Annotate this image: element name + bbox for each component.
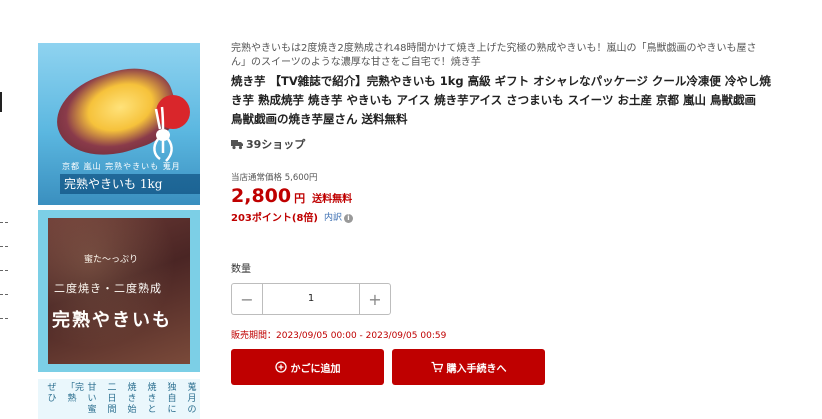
thumbnail-3-text-col: 「完熟 (66, 383, 85, 404)
product-description: 完熟やきいもは2度焼き2度熟成され48時間かけて焼き上げた究極の熟成やきいも！嵐… (231, 43, 757, 68)
thumbnail-1[interactable]: 京都 嵐山 完熟やきいも 蒐月 完熟やきいも 1kg (38, 43, 200, 205)
action-buttons: かごに追加 購入手続きへ (231, 349, 771, 385)
thumbnail-caption-small: 京都 嵐山 完熟やきいも 蒐月 (62, 162, 181, 171)
edge-divider (0, 246, 8, 247)
product-title: 焼き芋 【TV雑誌で紹介】完熟やきいも 1kg 高級 ギフト オシャレなパッケー… (231, 74, 771, 126)
points-breakdown-link[interactable]: 内訳 i (324, 210, 353, 223)
thumbnail-2-photo: 蜜た〜っぷり 二度焼き・二度熟成 完熟やきいも (48, 218, 190, 364)
price-currency: 円 (294, 192, 306, 205)
quantity-decrement-button[interactable]: − (232, 284, 263, 314)
price-value: 2,800 (231, 185, 292, 207)
reference-price: 当店通常価格 5,600円 (231, 171, 771, 183)
thumbnail-3-text-col: 焼きと (147, 383, 157, 415)
thumbnail-3-text-col: 焼き始 (127, 383, 137, 415)
thumbnail-2-line3: 完熟やきいも (52, 310, 172, 331)
shop-badge-label: 39ショップ (246, 138, 306, 151)
quantity-increment-button[interactable]: + (359, 284, 390, 314)
points-row: 203ポイント(8倍) 内訳 i (231, 209, 771, 224)
thumbnail-3[interactable]: 蒐月の 独自に 焼きと 焼き始 二日間 甘い蜜 「完熟 ぜひ (38, 379, 200, 419)
thumbnail-2[interactable]: 蜜た〜っぷり 二度焼き・二度熟成 完熟やきいも (38, 210, 200, 372)
thumbnail-3-text-col: 蒐月の (187, 383, 197, 415)
add-to-cart-button[interactable]: かごに追加 (231, 349, 384, 385)
edge-bar (0, 92, 2, 112)
edge-divider (0, 222, 8, 223)
sale-period: 販売期間：2023/09/05 00:00 - 2023/09/05 00:59 (231, 331, 447, 341)
reference-price-label: 当店通常価格 (231, 173, 283, 183)
thumbnail-3-text-col: 甘い蜜 (87, 383, 97, 415)
minus-icon: − (240, 289, 254, 309)
buy-now-button[interactable]: 購入手続きへ (392, 349, 545, 385)
image-thumbnail-list: 京都 嵐山 完熟やきいも 蒐月 完熟やきいも 1kg 蜜た〜っぷり 二度焼き・二… (38, 43, 200, 419)
left-edge-fragment (0, 0, 12, 419)
thumbnail-2-line1: 蜜た〜っぷり (84, 255, 139, 265)
shop-badge: 39ショップ (231, 136, 771, 152)
reference-price-value: 5,600円 (284, 173, 318, 183)
add-to-cart-label: かごに追加 (290, 363, 341, 375)
thumbnail-3-text-col: 独自に (167, 383, 177, 415)
buy-now-label: 購入手続きへ (446, 363, 507, 375)
quantity-input[interactable]: 1 (263, 284, 359, 314)
plus-circle-icon (274, 361, 287, 373)
product-info: 完熟やきいもは2度焼き2度熟成され48時間かけて焼き上げた究極の熟成やきいも！嵐… (231, 42, 771, 385)
price-row: 2,800 円 送料無料 (231, 185, 771, 207)
quantity-label: 数量 (231, 264, 251, 275)
cart-icon (431, 361, 443, 373)
edge-divider (0, 318, 8, 319)
thumbnail-3-text-col: ぜひ (47, 383, 57, 404)
thumbnail-2-line2: 二度焼き・二度熟成 (54, 282, 162, 295)
points-value: 203ポイント(8倍) (231, 213, 318, 224)
thumbnail-caption-band: 完熟やきいも 1kg (60, 174, 200, 194)
points-breakdown-label: 内訳 (323, 213, 342, 223)
plus-icon: + (368, 289, 382, 309)
thumbnail-3-text-col: 二日間 (107, 383, 117, 415)
free-shipping-label: 送料無料 (312, 194, 353, 205)
quantity-stepper: − 1 + (231, 283, 391, 315)
edge-divider (0, 294, 8, 295)
edge-divider (0, 270, 8, 271)
rabbit-illustration (153, 106, 173, 162)
info-icon: i (344, 214, 353, 223)
truck-icon (231, 139, 243, 149)
